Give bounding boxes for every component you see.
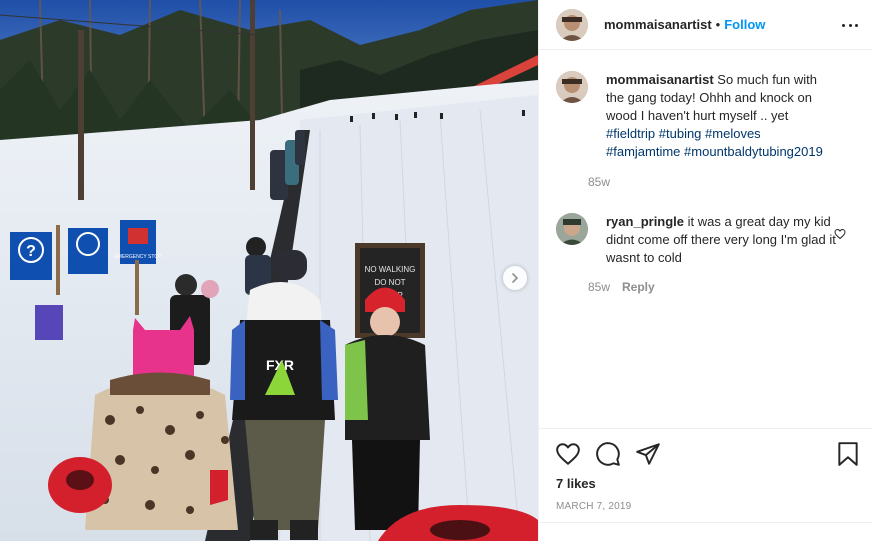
hashtag[interactable]: #tubing [659, 126, 702, 141]
reply-button[interactable]: Reply [622, 280, 655, 294]
post-date[interactable]: MARCH 7, 2019 [556, 501, 631, 512]
share-icon[interactable] [635, 441, 661, 467]
comment-icon[interactable] [595, 441, 621, 467]
blue-sign-3-text: EMERGENCY STOP [114, 254, 162, 260]
comment-age[interactable]: 85w [588, 280, 610, 294]
post-actions: 7 likes MARCH 7, 2019 [539, 428, 872, 523]
svg-text:?: ? [26, 243, 36, 260]
next-photo-button[interactable] [503, 266, 527, 290]
snow-tubing-scene: ? EMERGENCY STOP NO WALKING DO NOT SLEEP [0, 0, 538, 541]
author-avatar-image [556, 8, 588, 41]
commenter-avatar-image [556, 213, 588, 245]
likes-count[interactable]: 7 likes [556, 476, 596, 491]
bookmark-icon[interactable] [835, 441, 861, 467]
chalkboard-line-1: NO WALKING [365, 265, 416, 274]
heart-icon[interactable] [555, 441, 581, 467]
comment: ryan_pringle it was a great day my kid d… [556, 213, 856, 294]
comment-like-heart-icon[interactable] [834, 228, 846, 240]
header-separator: • [715, 17, 721, 32]
author-avatar[interactable] [556, 8, 588, 41]
post-sidebar: mommaisanartist • Follow mommaisanartist… [538, 0, 872, 541]
post-photo[interactable]: ? EMERGENCY STOP NO WALKING DO NOT SLEEP [0, 0, 538, 541]
post-header: mommaisanartist • Follow [539, 0, 872, 50]
comment-text-block: ryan_pringle it was a great day my kid d… [606, 213, 838, 267]
hashtag[interactable]: #fieldtrip [606, 126, 655, 141]
comments-list: mommaisanartist So much fun with the gan… [556, 71, 856, 294]
add-comment-bar [539, 522, 872, 541]
hashtag[interactable]: #mountbaldytubing2019 [684, 144, 823, 159]
caption-meta: 85w [588, 175, 838, 189]
chalkboard-line-2: DO NOT [374, 278, 405, 287]
more-options-icon[interactable] [842, 18, 858, 32]
caption-avatar[interactable] [556, 71, 588, 103]
hashtag[interactable]: #meloves [705, 126, 761, 141]
comment-meta: 85w Reply [588, 280, 838, 294]
chevron-right-icon [512, 273, 519, 283]
caption-avatar-image [556, 71, 588, 103]
commenter-avatar[interactable] [556, 213, 588, 245]
hashtag[interactable]: #famjamtime [606, 144, 680, 159]
commenter-username[interactable]: ryan_pringle [606, 214, 684, 229]
caption-text-block: mommaisanartist So much fun with the gan… [606, 71, 838, 161]
caption-username[interactable]: mommaisanartist [606, 72, 714, 87]
caption: mommaisanartist So much fun with the gan… [556, 71, 856, 189]
action-icons-bar [539, 429, 872, 479]
follow-button[interactable]: Follow [724, 17, 765, 32]
caption-age[interactable]: 85w [588, 175, 610, 189]
author-username[interactable]: mommaisanartist [604, 17, 712, 32]
